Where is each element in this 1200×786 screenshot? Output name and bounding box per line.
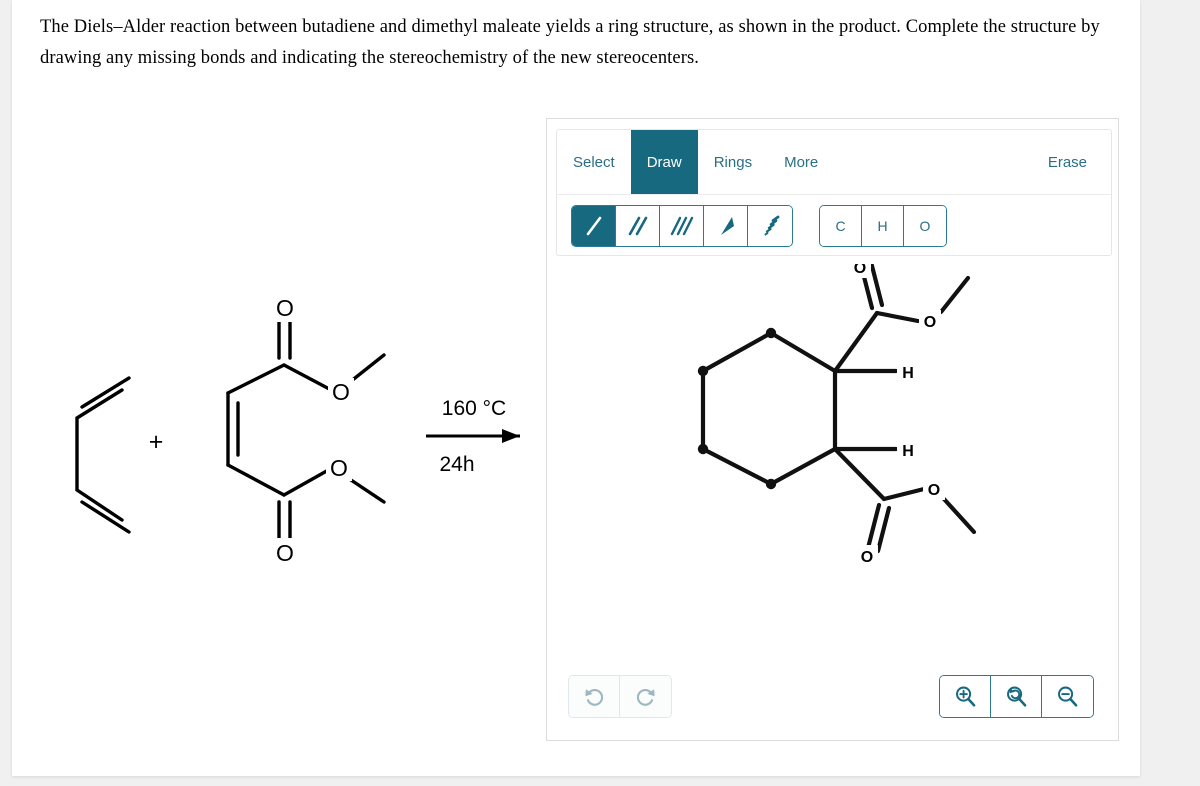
reaction-scheme: + O O O O 160 °C 24h [32, 270, 542, 600]
tab-rings[interactable]: Rings [698, 130, 768, 194]
molecule-canvas[interactable]: O O H H O O [556, 264, 1112, 732]
maleate-ester-o-top-label: O [332, 379, 350, 405]
maleate-carbonyl-o-top-label: O [276, 295, 294, 321]
product-o-carbonyl-upper-label: O [854, 264, 866, 277]
atom-tool-group: C H O [819, 204, 947, 247]
single-bond-icon [586, 216, 601, 235]
product-o-ester-upper-label: O [924, 314, 936, 331]
question-prompt: The Diels–Alder reaction between butadie… [40, 17, 1100, 68]
erase-button[interactable]: Erase [1032, 130, 1111, 194]
editor-tool-row: C H O [557, 195, 1111, 256]
hash-bond-icon [764, 215, 780, 235]
atom-button-hydrogen[interactable]: H [862, 205, 904, 246]
undo-button[interactable] [569, 676, 620, 717]
atom-button-carbon[interactable]: C [820, 205, 862, 246]
zoom-out-icon [1058, 686, 1078, 707]
product-o-ester-lower-label: O [928, 482, 940, 499]
zoom-out-button[interactable] [1042, 676, 1093, 717]
wedge-bond-tool[interactable] [704, 205, 748, 246]
tab-spacer [834, 130, 1032, 194]
zoom-in-button[interactable] [940, 676, 991, 717]
atom-button-oxygen[interactable]: O [904, 205, 946, 246]
product-h-upper-label: H [902, 365, 914, 382]
molecule-editor-panel: Select Draw Rings More Erase C H O O O H… [546, 118, 1119, 741]
zoom-in-icon [955, 686, 975, 707]
product-structure: O O H H O O [697, 264, 977, 567]
zoom-button-group [939, 675, 1094, 718]
single-bond-tool[interactable] [572, 205, 616, 246]
product-o-carbonyl-lower-label: O [861, 549, 873, 566]
triple-bond-icon [670, 216, 693, 235]
tab-draw[interactable]: Draw [630, 130, 698, 194]
reaction-conditions-temperature: 160 °C [442, 397, 506, 420]
bond-tool-group [571, 204, 793, 247]
editor-toolbar: Select Draw Rings More Erase C H O [556, 129, 1112, 256]
double-bond-tool[interactable] [616, 205, 660, 246]
maleate-carbonyl-o-bottom-label: O [276, 540, 294, 566]
zoom-reset-icon [1006, 686, 1026, 707]
product-h-lower-label: H [902, 443, 914, 460]
double-bond-icon [628, 216, 647, 235]
butadiene-structure [75, 376, 131, 534]
reaction-conditions-time: 24h [439, 453, 474, 476]
dimethyl-maleate-structure [226, 316, 386, 544]
maleate-ester-o-bottom-label: O [330, 455, 348, 481]
redo-icon [636, 688, 655, 706]
tab-select[interactable]: Select [557, 130, 631, 194]
wedge-bond-icon [720, 216, 734, 235]
zoom-reset-button[interactable] [991, 676, 1042, 717]
reaction-arrow [426, 429, 520, 443]
hash-bond-tool[interactable] [748, 205, 792, 246]
page-card: The Diels–Alder reaction between butadie… [12, 0, 1140, 776]
redo-button[interactable] [620, 676, 671, 717]
editor-tab-row: Select Draw Rings More Erase [557, 130, 1111, 195]
undo-icon [585, 688, 604, 706]
tab-more[interactable]: More [768, 130, 834, 194]
plus-sign: + [149, 428, 164, 456]
history-button-group [568, 675, 672, 718]
triple-bond-tool[interactable] [660, 205, 704, 246]
